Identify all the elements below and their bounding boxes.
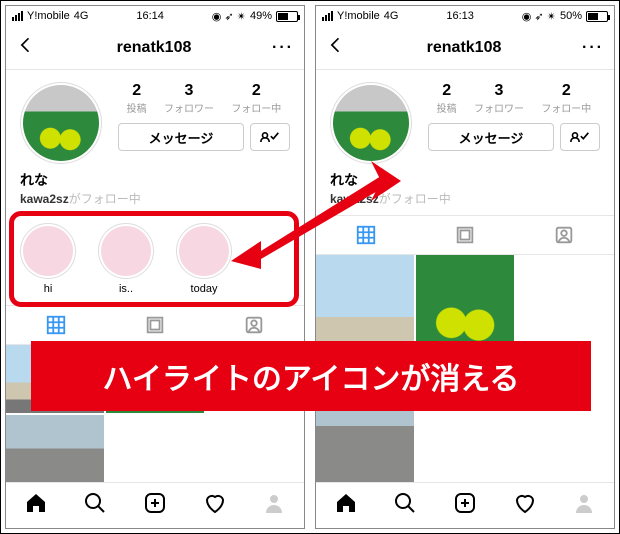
post-thumb[interactable]	[416, 255, 514, 368]
more-button[interactable]: ···	[272, 39, 294, 57]
nav-home[interactable]	[24, 491, 48, 520]
post-thumb-empty	[206, 415, 304, 483]
post-thumb[interactable]	[316, 370, 414, 483]
highlight-item[interactable]: today	[176, 223, 232, 295]
stat-following[interactable]: 2フォロー中	[541, 82, 591, 115]
nav-bar: renatk108 ···	[316, 26, 614, 70]
name-section: れな kawa2szがフォロー中	[316, 170, 614, 215]
bottom-nav	[316, 482, 614, 528]
network-label: 4G	[74, 10, 89, 22]
feed-tabs	[6, 305, 304, 345]
network-label: 4G	[384, 10, 399, 22]
nav-profile[interactable]	[572, 491, 596, 520]
stat-followers[interactable]: 3フォロワー	[164, 82, 214, 115]
comparison-stage: Y!mobile 4G 16:14 ◉ ➶ ✴ 49% renatk108 ··…	[0, 0, 620, 534]
avatar[interactable]	[20, 82, 102, 164]
nav-title: renatk108	[427, 39, 502, 57]
stat-posts[interactable]: 2投稿	[437, 82, 457, 115]
message-button[interactable]: メッセージ	[118, 123, 244, 151]
phone-left: Y!mobile 4G 16:14 ◉ ➶ ✴ 49% renatk108 ··…	[5, 5, 305, 529]
tab-grid[interactable]	[6, 306, 105, 344]
post-thumb-empty	[516, 370, 614, 483]
stat-followers[interactable]: 3フォロワー	[474, 82, 524, 115]
tab-feed[interactable]	[415, 216, 514, 254]
more-button[interactable]: ···	[582, 39, 604, 57]
clock: 16:13	[446, 10, 474, 22]
highlight-item[interactable]: is..	[98, 223, 154, 295]
stat-posts[interactable]: 2投稿	[127, 82, 147, 115]
status-icons: ◉ ➶ ✴	[212, 10, 246, 23]
nav-profile[interactable]	[262, 491, 286, 520]
post-thumb[interactable]	[6, 415, 104, 483]
status-bar: Y!mobile 4G 16:13 ◉ ➶ ✴ 50%	[316, 6, 614, 26]
nav-title: renatk108	[117, 39, 192, 57]
battery-pct: 50%	[560, 10, 582, 22]
status-bar: Y!mobile 4G 16:14 ◉ ➶ ✴ 49%	[6, 6, 304, 26]
post-thumb[interactable]	[106, 345, 204, 413]
post-grid	[6, 345, 304, 482]
post-grid	[316, 255, 614, 482]
signal-icon	[322, 11, 333, 21]
profile-header: 2投稿 3フォロワー 2フォロー中 メッセージ	[6, 70, 304, 170]
display-name: れな	[330, 170, 600, 190]
tab-tagged[interactable]	[515, 216, 614, 254]
nav-search[interactable]	[393, 491, 417, 520]
post-thumb[interactable]	[6, 345, 104, 413]
post-thumb-empty	[106, 415, 204, 483]
post-thumb-empty	[206, 345, 304, 413]
battery-icon	[586, 11, 608, 22]
avatar[interactable]	[330, 82, 412, 164]
nav-add[interactable]	[453, 491, 477, 520]
bottom-nav	[6, 482, 304, 528]
nav-bar: renatk108 ···	[6, 26, 304, 70]
tab-feed[interactable]	[105, 306, 204, 344]
post-thumb-empty	[516, 255, 614, 368]
feed-tabs	[316, 215, 614, 255]
battery-pct: 49%	[250, 10, 272, 22]
nav-activity[interactable]	[513, 491, 537, 520]
stats-row: 2投稿 3フォロワー 2フォロー中	[118, 82, 290, 115]
stats-row: 2投稿 3フォロワー 2フォロー中	[428, 82, 600, 115]
tab-tagged[interactable]	[205, 306, 304, 344]
phone-right: Y!mobile 4G 16:13 ◉ ➶ ✴ 50% renatk108 ··…	[315, 5, 615, 529]
back-button[interactable]	[326, 35, 346, 60]
signal-icon	[12, 11, 23, 21]
nav-home[interactable]	[334, 491, 358, 520]
status-icons: ◉ ➶ ✴	[522, 10, 556, 23]
highlights-row: hi is.. today	[6, 215, 304, 305]
post-thumb[interactable]	[316, 255, 414, 368]
clock: 16:14	[136, 10, 164, 22]
battery-icon	[276, 11, 298, 22]
followed-by: kawa2szがフォロー中	[20, 190, 290, 207]
display-name: れな	[20, 170, 290, 190]
message-button[interactable]: メッセージ	[428, 123, 554, 151]
following-dropdown-button[interactable]	[560, 123, 600, 151]
nav-activity[interactable]	[203, 491, 227, 520]
post-thumb-empty	[416, 370, 514, 483]
profile-header: 2投稿 3フォロワー 2フォロー中 メッセージ	[316, 70, 614, 170]
carrier-label: Y!mobile	[337, 10, 380, 22]
nav-search[interactable]	[83, 491, 107, 520]
name-section: れな kawa2szがフォロー中	[6, 170, 304, 215]
stat-following[interactable]: 2フォロー中	[231, 82, 281, 115]
followed-by: kawa2szがフォロー中	[330, 190, 600, 207]
following-dropdown-button[interactable]	[250, 123, 290, 151]
tab-grid[interactable]	[316, 216, 415, 254]
carrier-label: Y!mobile	[27, 10, 70, 22]
back-button[interactable]	[16, 35, 36, 60]
nav-add[interactable]	[143, 491, 167, 520]
highlight-item[interactable]: hi	[20, 223, 76, 295]
